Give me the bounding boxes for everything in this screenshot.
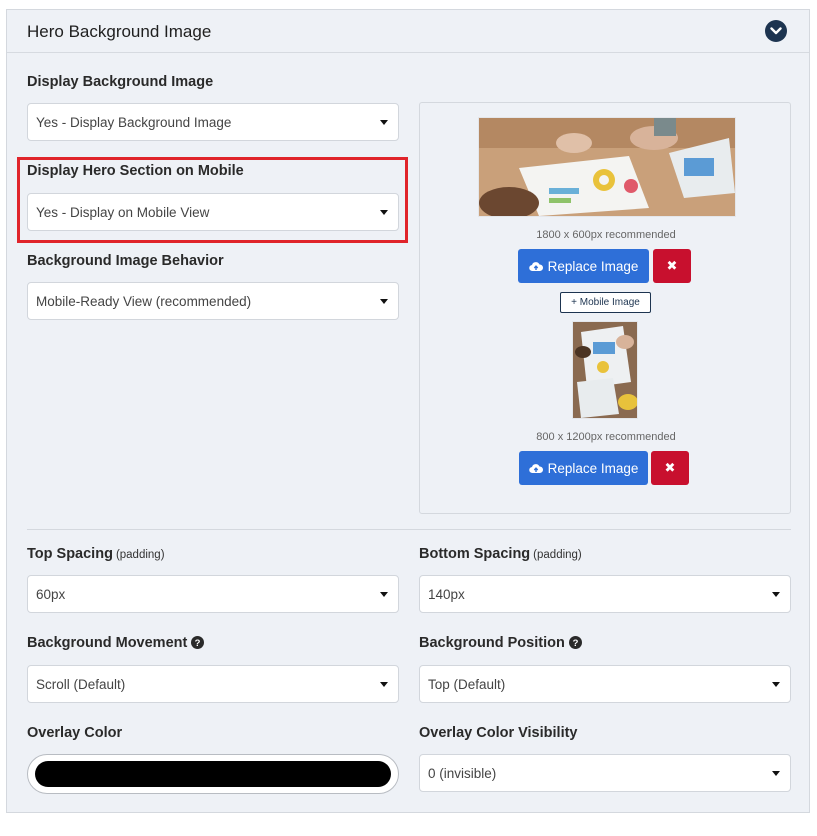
bg-movement-label: Background Movement?	[27, 635, 205, 651]
overlay-color-picker[interactable]	[27, 754, 399, 794]
bg-movement-label-text: Background Movement	[27, 635, 188, 651]
cloud-upload-icon	[528, 463, 543, 473]
close-icon: ✖	[666, 258, 678, 273]
remove-desktop-image-button[interactable]: ✖	[653, 249, 691, 283]
bg-position-value: Top (Default)	[428, 676, 506, 692]
top-spacing-select[interactable]: 60px	[27, 575, 399, 613]
bg-position-label: Background Position?	[419, 635, 582, 651]
question-circle-icon[interactable]: ?	[191, 636, 205, 649]
top-spacing-hint: (padding)	[115, 549, 165, 561]
top-spacing-label: Top Spacing (padding)	[27, 546, 165, 562]
display-mobile-value: Yes - Display on Mobile View	[36, 204, 210, 220]
close-icon: ✖	[664, 460, 676, 475]
bottom-spacing-value: 140px	[428, 586, 465, 602]
svg-text:?: ?	[572, 638, 578, 649]
desktop-recommended-text: 1800 x 600px recommended	[536, 229, 676, 241]
hero-background-panel: Hero Background Image Display Background…	[6, 9, 810, 813]
bg-movement-value: Scroll (Default)	[36, 676, 126, 692]
bg-movement-select[interactable]: Scroll (Default)	[27, 665, 399, 703]
overlay-visibility-value: 0 (invisible)	[428, 765, 497, 781]
top-spacing-value: 60px	[36, 586, 66, 602]
mobile-image-thumbnail	[572, 321, 638, 419]
mobile-recommended-text: 800 x 1200px recommended	[536, 431, 676, 443]
display-bg-select[interactable]: Yes - Display Background Image	[27, 103, 399, 141]
replace-mobile-image-button[interactable]: Replace Image	[519, 451, 648, 485]
display-bg-value: Yes - Display Background Image	[36, 114, 232, 130]
caret-down-icon	[380, 210, 388, 215]
collapse-button[interactable]	[765, 20, 787, 42]
cloud-upload-icon	[528, 261, 543, 271]
bottom-spacing-label: Bottom Spacing (padding)	[419, 546, 582, 562]
overlay-visibility-label: Overlay Color Visibility	[419, 725, 578, 741]
remove-mobile-image-button[interactable]: ✖	[651, 451, 689, 485]
bg-behavior-value: Mobile-Ready View (recommended)	[36, 293, 252, 309]
replace-desktop-image-label: Replace Image	[547, 258, 639, 274]
caret-down-icon	[380, 120, 388, 125]
caret-down-icon	[772, 682, 780, 687]
display-mobile-select[interactable]: Yes - Display on Mobile View	[27, 193, 399, 231]
bottom-spacing-label-text: Bottom Spacing	[419, 546, 531, 562]
caret-down-icon	[772, 592, 780, 597]
replace-desktop-image-button[interactable]: Replace Image	[518, 249, 649, 283]
overlay-visibility-select[interactable]: 0 (invisible)	[419, 754, 791, 792]
add-mobile-image-button[interactable]: + Mobile Image	[560, 292, 651, 313]
caret-down-icon	[380, 682, 388, 687]
image-upload-box: 1800 x 600px recommended Replace Image ✖…	[419, 102, 791, 514]
bg-behavior-label: Background Image Behavior	[27, 253, 224, 269]
svg-text:?: ?	[195, 638, 201, 649]
overlay-color-swatch	[35, 761, 391, 787]
replace-mobile-image-label: Replace Image	[547, 460, 639, 476]
caret-down-icon	[380, 592, 388, 597]
bg-behavior-select[interactable]: Mobile-Ready View (recommended)	[27, 282, 399, 320]
desktop-image-thumbnail	[478, 117, 736, 217]
panel-title: Hero Background Image	[27, 22, 212, 41]
question-circle-icon[interactable]: ?	[568, 636, 582, 649]
add-mobile-image-label: + Mobile Image	[571, 297, 640, 308]
caret-down-icon	[772, 771, 780, 776]
display-bg-label: Display Background Image	[27, 74, 214, 90]
section-divider	[27, 529, 791, 530]
panel-header[interactable]: Hero Background Image	[7, 10, 809, 53]
bg-position-label-text: Background Position	[419, 635, 565, 651]
bottom-spacing-hint: (padding)	[533, 549, 582, 561]
top-spacing-label-text: Top Spacing	[27, 546, 113, 562]
overlay-color-label: Overlay Color	[27, 725, 123, 741]
bg-position-select[interactable]: Top (Default)	[419, 665, 791, 703]
chevron-down-icon	[770, 27, 782, 35]
caret-down-icon	[380, 299, 388, 304]
bottom-spacing-select[interactable]: 140px	[419, 575, 791, 613]
display-mobile-label: Display Hero Section on Mobile	[27, 163, 244, 179]
